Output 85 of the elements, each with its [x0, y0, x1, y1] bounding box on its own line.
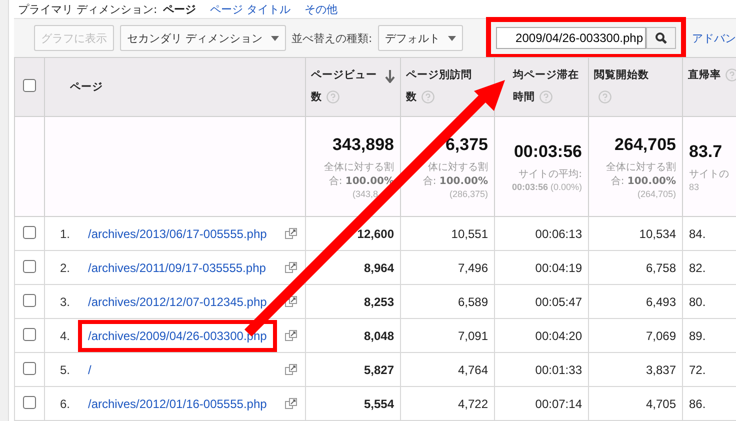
table-cell: 8,964 — [364, 260, 394, 274]
table-cell: 8,048 — [364, 328, 394, 342]
summary-note: サイトの平均: — [518, 168, 582, 182]
table-cell: 00:04:20 — [535, 328, 582, 342]
table-cell: 00:07:14 — [535, 396, 582, 410]
summary-note: 全体に対する割合: 100.00% — [323, 160, 394, 188]
table-cell: 4,764 — [458, 362, 488, 376]
table-cell: 72. — [689, 362, 706, 376]
table-cell: 6,758 — [646, 260, 676, 274]
external-link-icon[interactable] — [285, 330, 297, 341]
dimension-option[interactable]: ページ タイトル — [210, 2, 291, 16]
table-cell: 86. — [689, 396, 706, 410]
table-cell: 12,600 — [357, 226, 394, 240]
table-cell: 4,705 — [646, 396, 676, 410]
row-checkbox[interactable] — [23, 396, 36, 408]
table-cell: 7,496 — [458, 260, 488, 274]
select-all-checkbox[interactable] — [23, 79, 36, 92]
external-link-icon[interactable] — [285, 228, 297, 239]
table-cell: 4,722 — [458, 396, 488, 410]
row-number: 2. — [60, 260, 72, 274]
row-checkbox[interactable] — [23, 260, 36, 272]
external-link-icon[interactable] — [285, 296, 297, 307]
table-cell: 3,837 — [646, 362, 676, 376]
summary-value: 343,898 — [332, 134, 394, 154]
summary-value: 00:03:56 — [512, 142, 582, 162]
column-header[interactable]: ページ — [70, 76, 103, 98]
row-number: 3. — [60, 294, 72, 308]
search-button[interactable] — [646, 27, 676, 49]
search-icon — [655, 32, 667, 44]
table-cell: 6,493 — [646, 294, 676, 308]
search-field[interactable]: 2009/04/26-003300.php — [496, 27, 646, 49]
primary-dimension-label: プライマリ ディメンション: — [18, 2, 158, 16]
summary-total: (343,8 — [351, 188, 379, 198]
table-cell: 00:01:33 — [535, 362, 582, 376]
table-cell: 10,551 — [451, 226, 488, 240]
dimension-option[interactable]: ページ — [163, 2, 196, 16]
external-link-icon[interactable] — [285, 262, 297, 273]
row-number: 4. — [60, 328, 72, 342]
sort-label: 並べ替えの種類: — [292, 30, 372, 46]
table-cell: 00:04:19 — [535, 260, 582, 274]
external-link-icon[interactable] — [285, 364, 297, 375]
table-cell: 84. — [689, 226, 706, 240]
summary-value: 6,375 — [444, 134, 488, 154]
page-link[interactable]: /archives/2012/12/07-012345.php — [78, 286, 277, 318]
advanced-link[interactable]: アドバン — [692, 30, 736, 46]
summary-value: 264,705 — [614, 134, 676, 154]
row-checkbox[interactable] — [23, 294, 36, 306]
caret-icon — [448, 36, 456, 40]
summary-total: (264,705) — [636, 188, 676, 198]
table-cell: 00:05:47 — [535, 294, 582, 308]
row-checkbox[interactable] — [23, 362, 36, 374]
row-number: 1. — [60, 226, 72, 240]
page-link[interactable]: / — [78, 354, 102, 386]
table-cell: 89. — [689, 328, 706, 342]
page-link[interactable]: /archives/2013/06/17-005555.php — [78, 218, 277, 250]
row-checkbox[interactable] — [23, 328, 36, 340]
page-link[interactable]: /archives/2009/04/26-003300.php — [78, 320, 277, 352]
row-number: 6. — [60, 396, 72, 410]
table-cell: 7,069 — [646, 328, 676, 342]
page-link[interactable]: /archives/2012/01/16-005555.php — [78, 388, 277, 420]
sort-dropdown[interactable]: デフォルト — [378, 25, 464, 51]
summary-note: サイトの — [689, 168, 730, 182]
dimension-option[interactable]: その他 — [304, 2, 338, 16]
secondary-dimension-dropdown[interactable]: セカンダリ ディメンション — [120, 25, 286, 51]
page-link[interactable]: /archives/2011/09/17-035555.php — [78, 252, 276, 284]
summary-value: 83.7 — [689, 142, 724, 162]
table-cell: 6,589 — [458, 294, 488, 308]
caret-icon — [270, 36, 278, 40]
row-checkbox[interactable] — [23, 226, 36, 238]
summary-note: 体に対する割合: 100.00% — [422, 160, 488, 188]
table-cell: 7,091 — [458, 328, 488, 342]
table-cell: 82. — [689, 260, 706, 274]
summary-total: (286,375) — [448, 188, 488, 198]
table-cell: 10,534 — [639, 226, 676, 240]
summary-total: 83 — [689, 182, 700, 192]
table-cell: 5,554 — [364, 396, 394, 410]
table-cell: 5,827 — [364, 362, 394, 376]
row-number: 5. — [60, 362, 72, 376]
table-cell: 00:06:13 — [535, 226, 582, 240]
table-cell: 8,253 — [364, 294, 394, 308]
table-cell: 80. — [689, 294, 706, 308]
external-link-icon[interactable] — [285, 398, 297, 409]
summary-note: 全体に対する割合: 100.00% — [605, 160, 676, 188]
summary-total: 00:03:56 (0.00%) — [510, 182, 582, 192]
sort-down-icon — [385, 70, 395, 83]
